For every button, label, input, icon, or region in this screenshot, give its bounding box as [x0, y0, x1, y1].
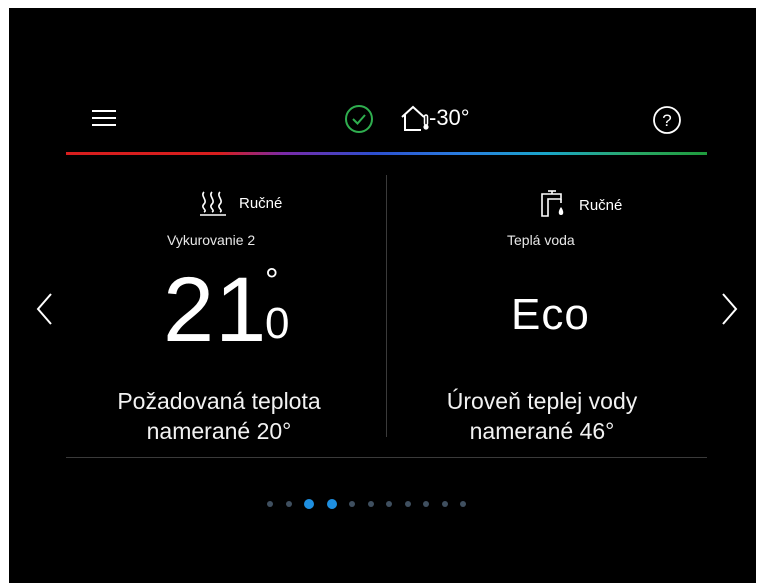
- faucet-drop-icon: [541, 190, 564, 217]
- page-dot[interactable]: [349, 501, 355, 507]
- page-dot-active[interactable]: [326, 499, 337, 509]
- previous-page-button[interactable]: [31, 291, 59, 327]
- chevron-right-icon: [722, 293, 738, 325]
- heating-description-title: Požadovaná teplota: [117, 388, 321, 414]
- hot-water-mode-row: Ručné: [539, 190, 622, 220]
- hot-water-measured-temp: namerané 46°: [469, 418, 615, 444]
- heating-mode-label: Ručné: [239, 194, 283, 212]
- page-dot[interactable]: [267, 501, 273, 507]
- system-status-button[interactable]: [344, 104, 374, 134]
- heating-zone-name: Vykurovanie 2: [167, 232, 256, 248]
- hot-water-level-value: Eco: [511, 290, 590, 339]
- heating-setpoint-decimal: 0: [265, 299, 290, 348]
- chevron-left-icon: [36, 293, 52, 325]
- page-dot[interactable]: [423, 501, 429, 507]
- hot-water-zone-name: Teplá voda: [507, 232, 575, 248]
- question-circle-icon: ?: [653, 106, 681, 134]
- heating-description: Požadovaná teplota namerané 20°: [69, 386, 369, 446]
- hot-water-description: Úroveň teplej vody namerané 46°: [392, 386, 692, 446]
- help-button[interactable]: ?: [652, 105, 682, 135]
- thermostat-screen: -30° ? Ručné Vykurovanie 2 21 ° 0 Požado…: [9, 8, 756, 583]
- page-dot[interactable]: [460, 501, 466, 507]
- house-thermometer-icon: [401, 105, 429, 131]
- svg-text:?: ?: [662, 111, 671, 130]
- page-dot[interactable]: [285, 501, 292, 507]
- check-circle-icon: [345, 105, 373, 133]
- next-page-button[interactable]: [715, 291, 743, 327]
- page-dot[interactable]: [386, 501, 392, 507]
- degree-symbol: °: [265, 262, 279, 300]
- color-accent-strip: [66, 152, 707, 155]
- heating-mode-row: Ručné: [199, 190, 282, 216]
- heating-measured-temp: namerané 20°: [146, 418, 292, 444]
- heating-setpoint-value: 21: [163, 259, 268, 361]
- page-dot[interactable]: [404, 501, 411, 507]
- outdoor-temperature: -30°: [429, 105, 470, 130]
- page-indicator: [267, 499, 466, 509]
- page-dot[interactable]: [367, 501, 374, 507]
- hot-water-panel[interactable]: Ručné Teplá voda Eco Úroveň teplej vody …: [399, 168, 699, 448]
- hot-water-description-title: Úroveň teplej vody: [446, 388, 638, 414]
- page-dot[interactable]: [441, 501, 448, 507]
- outdoor-temperature-button[interactable]: [399, 103, 431, 133]
- hot-water-mode-label: Ručné: [579, 196, 623, 214]
- menu-button[interactable]: [89, 106, 119, 130]
- heating-zone-panel[interactable]: Ručné Vykurovanie 2 21 ° 0 Požadovaná te…: [69, 168, 369, 448]
- heating-waves-icon: [200, 191, 226, 216]
- content-divider: [66, 457, 707, 458]
- page-dot-active[interactable]: [304, 499, 314, 509]
- panel-divider: [386, 175, 387, 437]
- hamburger-menu-icon: [92, 110, 116, 126]
